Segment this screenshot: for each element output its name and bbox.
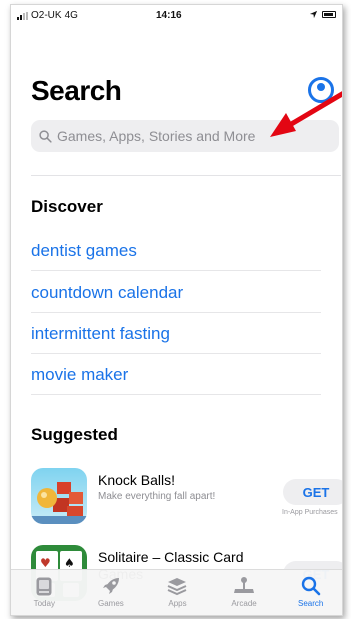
battery-icon <box>322 11 336 18</box>
discover-item[interactable]: countdown calendar <box>31 273 321 313</box>
tab-label: Apps <box>168 599 187 608</box>
search-input[interactable] <box>57 128 337 144</box>
divider <box>31 175 341 176</box>
status-bar: O2-UK 4G 14:16 <box>11 5 342 27</box>
tab-search[interactable]: Search <box>281 570 341 615</box>
tab-games[interactable]: Games <box>81 570 141 615</box>
tab-label: Games <box>97 599 124 608</box>
phone-screen: O2-UK 4G 14:16 Search Discover dentist g… <box>10 4 343 616</box>
tab-today[interactable]: Today <box>14 570 74 615</box>
tab-arcade[interactable]: Arcade <box>214 570 274 615</box>
tab-label: Arcade <box>231 599 257 608</box>
search-icon <box>39 129 52 143</box>
tab-label: Search <box>297 599 324 608</box>
location-icon <box>309 10 318 19</box>
signal-icon <box>17 11 28 20</box>
tab-label: Today <box>33 599 55 608</box>
network-type: 4G <box>64 10 78 21</box>
knock-balls-app-icon[interactable] <box>31 468 87 524</box>
clock: 14:16 <box>156 10 182 21</box>
tab-apps[interactable]: Apps <box>147 570 207 615</box>
svg-text:♥: ♥ <box>40 556 51 570</box>
page-title: Search <box>31 75 122 106</box>
rocket-icon <box>100 576 122 596</box>
search-bar[interactable] <box>31 120 339 152</box>
discover-item[interactable]: intermittent fasting <box>31 314 321 354</box>
discover-item[interactable]: dentist games <box>31 231 321 271</box>
search-icon <box>300 576 322 596</box>
account-avatar-icon[interactable] <box>308 77 334 103</box>
get-button[interactable]: GET <box>283 479 342 505</box>
app-name[interactable]: Knock Balls! <box>98 472 268 489</box>
carrier: O2-UK <box>31 10 62 21</box>
app-row[interactable]: Knock Balls! Make everything fall apart!… <box>31 468 342 524</box>
app-subtitle: Make everything fall apart! <box>98 491 216 502</box>
tab-bar: Today Games Apps Arcade Search <box>11 569 342 615</box>
discover-item[interactable]: movie maker <box>31 355 321 395</box>
in-app-purchases-note: In-App Purchases <box>282 509 338 516</box>
discover-heading: Discover <box>31 197 103 216</box>
svg-text:♠: ♠ <box>64 556 75 570</box>
joystick-icon <box>233 576 255 596</box>
today-icon <box>33 576 55 596</box>
suggested-heading: Suggested <box>31 425 118 444</box>
layers-icon <box>166 576 188 596</box>
